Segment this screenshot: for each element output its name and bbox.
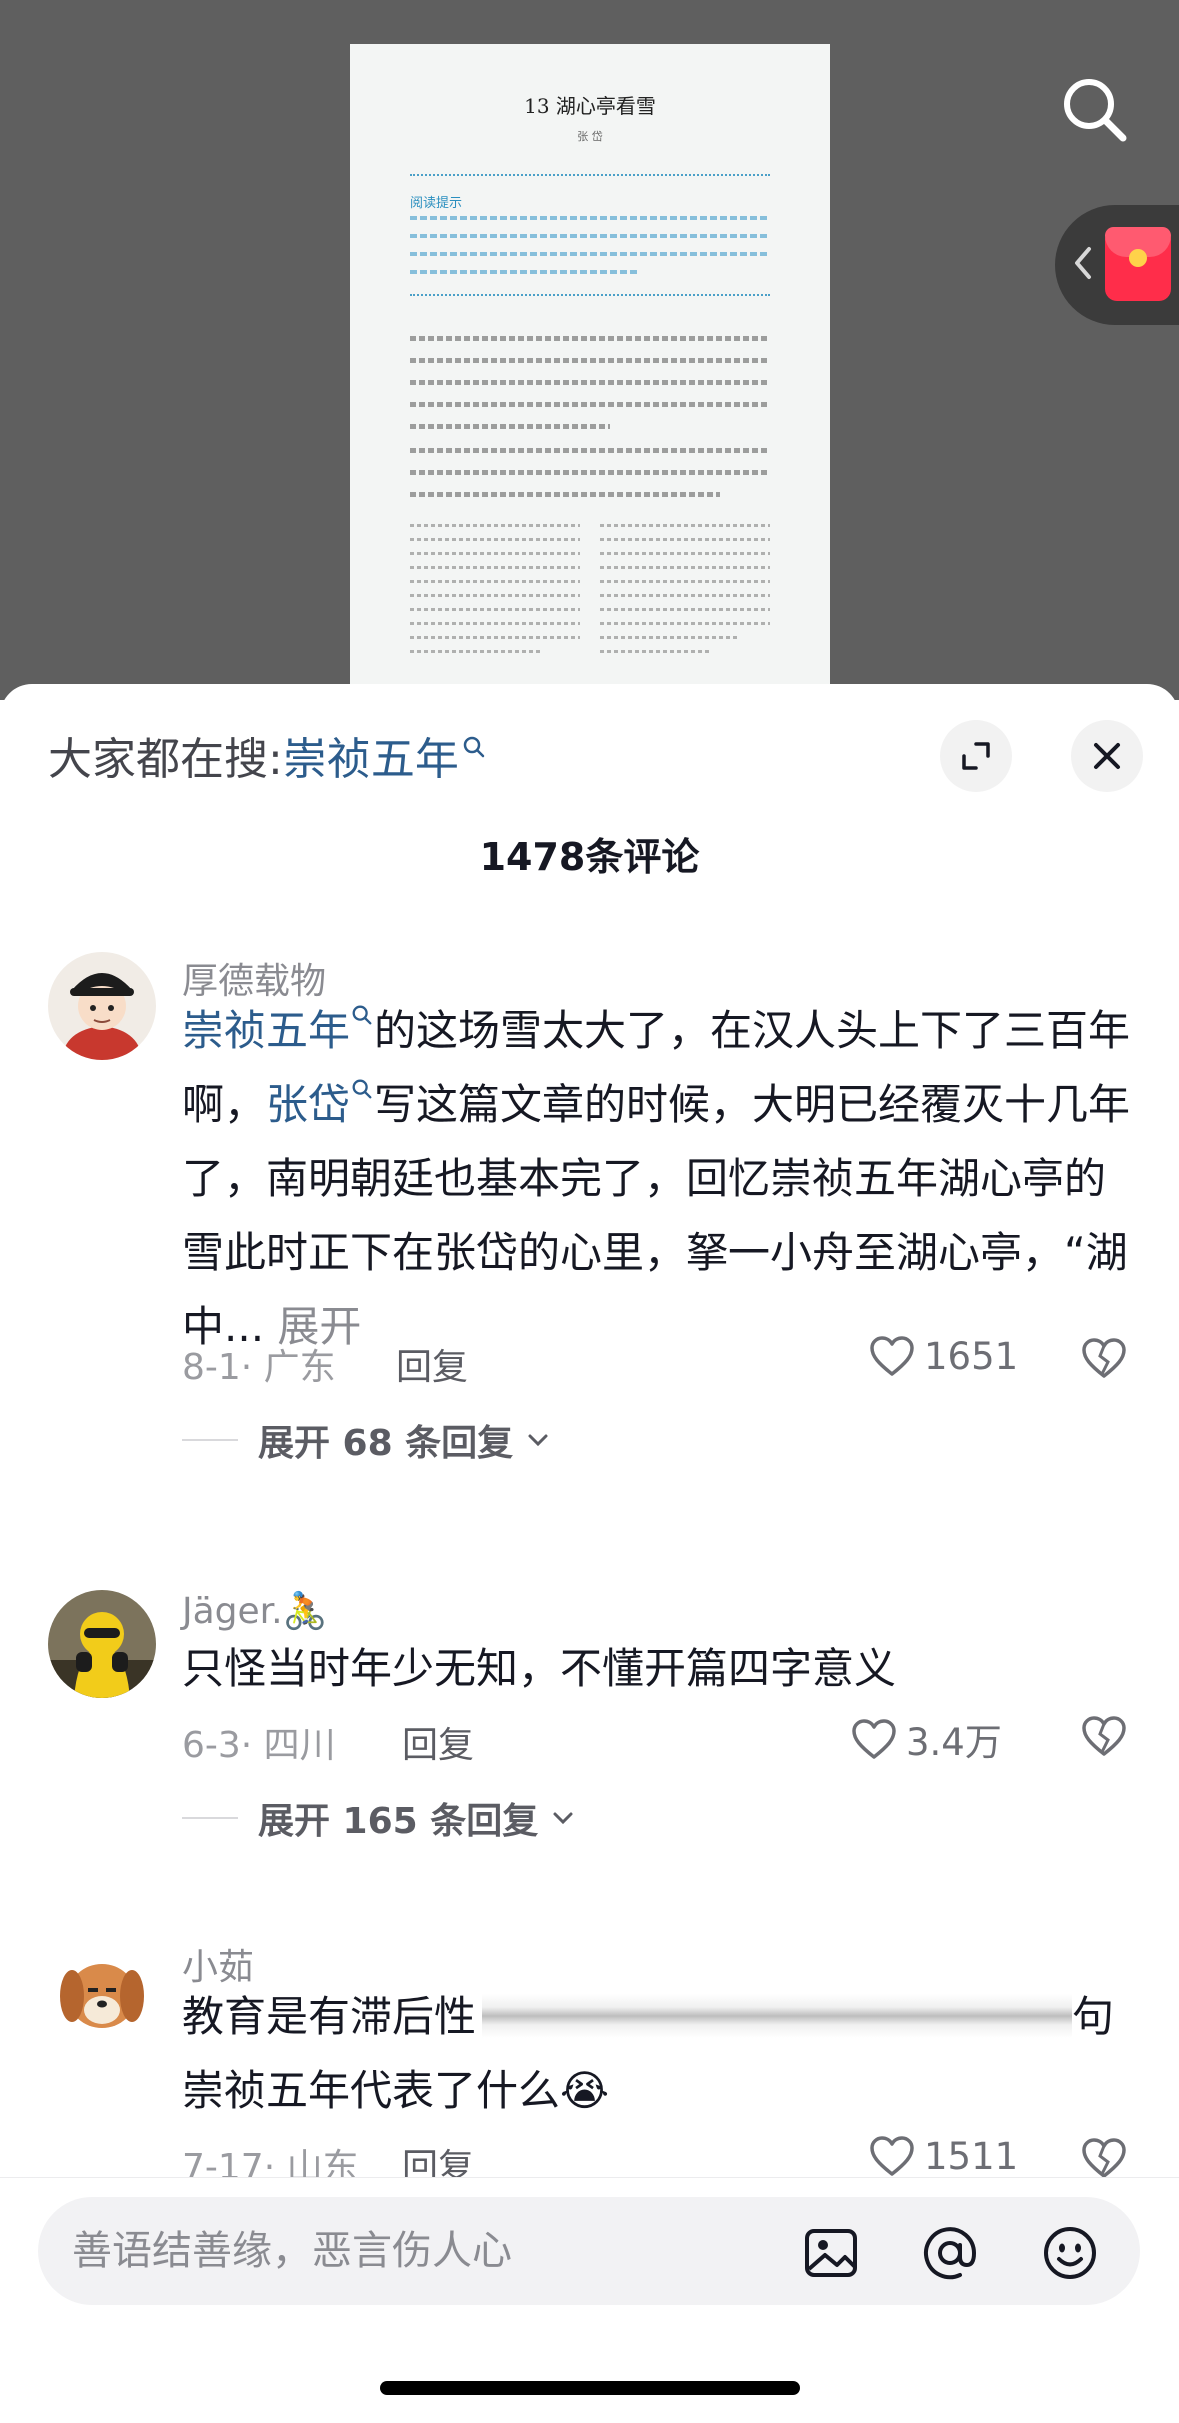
comment-input[interactable]	[72, 2217, 792, 2285]
search-icon[interactable]	[1055, 70, 1135, 150]
comment-sheet: 大家都在搜:崇祯五年 1478条评论 厚德载物 崇祯五年 的这场雪太大了，在汉人…	[0, 684, 1179, 2423]
close-button[interactable]	[1071, 720, 1143, 792]
footnote-line	[600, 552, 770, 555]
footnote-line	[600, 608, 770, 611]
avatar[interactable]	[48, 952, 156, 1060]
textbook-title: 13 湖心亭看雪	[524, 94, 656, 118]
footnote-line	[410, 636, 580, 639]
expand-replies-button[interactable]: 展开 68 条回复	[182, 1414, 549, 1466]
like-count: 3.4万	[906, 1721, 1002, 1764]
footnote-line	[600, 594, 770, 597]
search-icon	[463, 736, 485, 758]
avatar[interactable]	[48, 1590, 156, 1698]
expand-replies-label: 展开 165 条回复	[258, 1801, 539, 1842]
video-player[interactable]: 13 湖心亭看雪 张 岱 阅读提示	[0, 0, 1179, 700]
tips-text-line	[410, 234, 770, 238]
image-icon[interactable]	[801, 2223, 861, 2283]
body-text-line	[410, 492, 720, 497]
comment-text: 只怪当时年少无知，不懂开篇四字意义	[182, 1644, 897, 1693]
textbook-author: 张 岱	[577, 130, 603, 143]
comment-input-bar[interactable]	[38, 2197, 1140, 2305]
close-icon	[1094, 743, 1120, 769]
reply-button[interactable]: 回复	[396, 1338, 468, 1390]
like-button[interactable]: 3.4万	[850, 1712, 1002, 1766]
body-text-line	[410, 424, 610, 429]
footnote-line	[410, 594, 580, 597]
footnote-line	[410, 650, 540, 653]
heart-icon	[852, 1719, 896, 1759]
expand-icon	[962, 742, 990, 770]
chevron-left-icon	[1075, 247, 1091, 279]
reply-button[interactable]: 回复	[402, 1716, 474, 1768]
footnote-line	[410, 524, 580, 527]
like-button[interactable]: 1511	[868, 2134, 1018, 2178]
body-text-line	[410, 358, 770, 363]
comment-text-segment: 教育是有滞后性	[182, 1992, 477, 2041]
at-icon[interactable]	[920, 2223, 980, 2283]
dislike-icon[interactable]	[1080, 1336, 1128, 1380]
comment-text-line: 崇祯五年代表了什么😭	[182, 2066, 610, 2115]
footnote-line	[600, 580, 770, 583]
dislike-icon[interactable]	[1080, 2136, 1128, 2180]
body-text-line	[410, 448, 770, 453]
footnote-line	[410, 608, 580, 611]
body-text-line	[410, 402, 770, 407]
body-text-line	[410, 470, 770, 475]
chevron-down-icon	[528, 1434, 548, 1447]
divider	[410, 174, 770, 176]
like-button[interactable]: 1651	[868, 1334, 1018, 1378]
red-packet-icon	[1105, 227, 1171, 301]
keyword-link[interactable]: 张岱	[266, 1080, 350, 1129]
search-icon	[352, 1005, 372, 1025]
body-text-line	[410, 336, 770, 341]
footnote-line	[410, 538, 580, 541]
footnote-line	[600, 566, 770, 569]
comment-count-title: 1478条评论	[479, 835, 700, 879]
comment-date-location: 6-3· 四川	[182, 1725, 336, 1766]
like-count: 1651	[924, 1334, 1019, 1378]
avatar[interactable]	[48, 1938, 156, 2046]
tips-text-line	[410, 270, 640, 274]
comment-username[interactable]: Jäger.🚴	[182, 1590, 327, 1632]
divider	[410, 294, 770, 296]
dislike-icon[interactable]	[1080, 1714, 1128, 1758]
expand-replies-button[interactable]: 展开 165 条回复	[182, 1792, 574, 1844]
hot-search-label: 大家都在搜:	[48, 734, 283, 785]
chevron-down-icon	[553, 1812, 573, 1825]
footnote-line	[600, 650, 710, 653]
comment-text-segment: 句	[1072, 1992, 1115, 2041]
expand-replies-label: 展开 68 条回复	[258, 1423, 514, 1464]
keyword-link[interactable]: 崇祯五年	[182, 1006, 350, 1055]
textbook-page-image: 13 湖心亭看雪 张 岱 阅读提示	[350, 44, 830, 700]
footnote-line	[600, 622, 770, 625]
comment-date-location: 8-1· 广东	[182, 1347, 336, 1388]
heart-icon	[870, 2136, 914, 2176]
red-packet-widget[interactable]	[1055, 205, 1179, 325]
search-icon	[352, 1079, 372, 1099]
footnote-line	[410, 566, 580, 569]
comment-text-line: 教育是有滞后性 句	[182, 1980, 1132, 2054]
footnote-line	[600, 636, 740, 639]
home-indicator[interactable]	[380, 2381, 800, 2395]
divider	[182, 1439, 238, 1441]
footnote-line	[410, 580, 580, 583]
tips-text-line	[410, 252, 770, 256]
expand-fullscreen-button[interactable]	[940, 720, 1012, 792]
hot-search-bar[interactable]: 大家都在搜:崇祯五年	[48, 730, 487, 790]
heart-icon	[870, 1336, 914, 1376]
divider	[182, 1817, 238, 1819]
footnote-line	[600, 538, 770, 541]
like-count: 1511	[924, 2134, 1019, 2178]
body-text-line	[410, 380, 770, 385]
comment-text: 崇祯五年 的这场雪太大了，在汉人头上下了三百年啊，张岱 写这篇文章的时候，大明已经覆…	[182, 994, 1132, 1364]
footnote-line	[600, 524, 770, 527]
emoji-icon[interactable]	[1040, 2223, 1100, 2283]
reading-tips-label: 阅读提示	[410, 196, 463, 211]
tips-text-line	[410, 216, 770, 220]
redacted-text-overlay	[482, 1994, 1072, 2038]
hot-search-term-link[interactable]: 崇祯五年	[283, 734, 459, 785]
footnote-line	[410, 622, 580, 625]
footnote-line	[410, 552, 580, 555]
